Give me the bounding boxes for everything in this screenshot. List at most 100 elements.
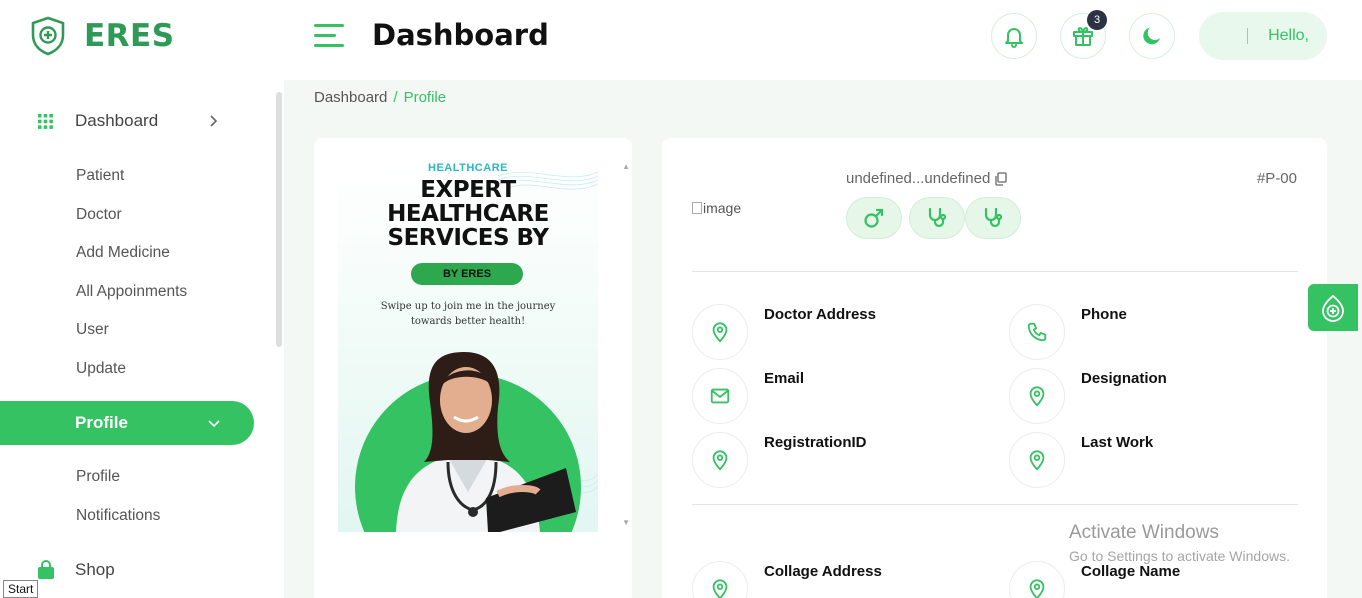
promo-title-line: HEALTHCARE [387, 201, 549, 227]
registration-id-label: RegistrationID [764, 434, 867, 451]
designation-icon-wrap [1009, 368, 1065, 424]
profile-id: #P-00 [1256, 170, 1297, 187]
promo-subtitle-line: Swipe up to join me in the journey [380, 301, 556, 312]
profile-name-text: undefined...undefined [846, 170, 991, 187]
avatar-divider [1247, 28, 1248, 44]
map-pin-icon [1029, 450, 1045, 471]
hamburger-line [314, 24, 344, 27]
promo-subtitle-line: towards better health! [410, 316, 526, 327]
collage-address-label: Collage Address [764, 563, 882, 580]
sidebar-subitem-update[interactable]: Update [76, 360, 126, 378]
shopping-bag-icon [38, 560, 54, 579]
male-icon [864, 208, 884, 228]
activate-windows-title: Activate Windows [1069, 522, 1219, 543]
doctor-address-icon-wrap [692, 304, 748, 360]
sidebar-item-label: Shop [75, 560, 115, 579]
broken-image-icon [692, 202, 702, 214]
collage-name-icon-wrap [1009, 561, 1065, 598]
phone-icon-wrap [1009, 304, 1065, 360]
sidebar-subitem-patient[interactable]: Patient [76, 167, 124, 185]
sidebar-subitem-doctor[interactable]: Doctor [76, 206, 122, 224]
theme-toggle-button[interactable] [1129, 13, 1175, 59]
copy-icon[interactable] [994, 171, 1008, 186]
scroll-down-arrow-icon[interactable]: ▼ [622, 518, 630, 527]
phone-label: Phone [1081, 306, 1127, 323]
profile-image-alt: image [703, 200, 742, 216]
top-header: ERES Dashboard 3 Hello, [0, 0, 1362, 80]
page-title: Dashboard [372, 18, 549, 52]
divider [692, 271, 1298, 272]
promo-badge: BY ERES [411, 263, 523, 285]
scroll-up-arrow-icon[interactable]: ▲ [622, 162, 630, 171]
sidebar: Dashboard Patient Doctor Add Medicine Al… [0, 80, 284, 598]
stethoscope-icon [928, 207, 947, 228]
promo-title-line: SERVICES BY [387, 225, 549, 251]
map-pin-icon [712, 450, 728, 471]
sidebar-item-label: Dashboard [75, 111, 159, 130]
promo-title: EXPERT HEALTHCARE SERVICES BY [338, 178, 598, 250]
gifts-button[interactable]: 3 [1060, 10, 1107, 59]
email-label: Email [764, 370, 805, 387]
gender-chip[interactable] [846, 197, 902, 239]
profile-name: undefined...undefined [846, 170, 1008, 187]
hamburger-line [314, 34, 336, 37]
menu-toggle-button[interactable] [314, 24, 344, 48]
specialty-chip[interactable] [909, 197, 965, 239]
sidebar-subitem-all-appointments[interactable]: All Appoinments [76, 283, 187, 301]
promo-tag: HEALTHCARE [428, 162, 508, 174]
sidebar-subitem-profile[interactable]: Profile [76, 468, 120, 486]
chevron-right-icon [210, 115, 218, 127]
hamburger-line [314, 44, 344, 47]
mail-icon [710, 388, 730, 404]
map-pin-icon [712, 579, 728, 598]
brand-logo[interactable]: ERES [30, 16, 175, 56]
breadcrumb-separator: / [393, 89, 398, 106]
chevron-down-icon [208, 420, 220, 428]
stethoscope-icon [984, 207, 1003, 228]
promo-title-line: EXPERT [420, 177, 516, 203]
notifications-button[interactable] [991, 13, 1037, 59]
breadcrumb: Dashboard / Profile [314, 89, 446, 106]
user-menu-button[interactable]: Hello, [1199, 12, 1327, 60]
shield-cross-icon [31, 16, 65, 56]
breadcrumb-current: Profile [403, 89, 447, 106]
floating-help-button[interactable] [1308, 284, 1358, 331]
last-work-label: Last Work [1081, 434, 1154, 451]
sidebar-subitem-add-medicine[interactable]: Add Medicine [76, 244, 170, 262]
gift-count-badge: 3 [1087, 10, 1107, 30]
greeting-text: Hello, [1268, 27, 1309, 44]
start-button[interactable]: Start [3, 580, 39, 598]
moon-icon [1143, 27, 1160, 45]
email-icon-wrap [692, 368, 748, 424]
profile-details-card: image undefined...undefined #P-00 Doctor… [662, 138, 1327, 598]
last-work-icon-wrap [1009, 432, 1065, 488]
collage-address-icon-wrap [692, 561, 748, 598]
grid-icon [38, 113, 53, 129]
promo-image: HEALTHCARE EXPERT HEALTHCARE SERVICES BY… [338, 162, 598, 532]
promo-subtitle: Swipe up to join me in the journey towar… [338, 299, 598, 329]
main-content: Dashboard / Profile HEALTHCARE EXPERT HE… [284, 80, 1362, 598]
designation-label: Designation [1081, 370, 1167, 387]
map-pin-icon [1029, 386, 1045, 407]
bell-icon [1005, 28, 1023, 48]
collage-name-label: Collage Name [1081, 563, 1181, 580]
phone-icon [1027, 322, 1047, 342]
sidebar-item-label: Profile [75, 413, 128, 432]
map-pin-icon [1029, 579, 1045, 598]
registration-id-icon-wrap [692, 432, 748, 488]
profile-image: image [692, 200, 741, 216]
specialty-chip[interactable] [965, 197, 1021, 239]
sidebar-item-dashboard[interactable]: Dashboard [0, 99, 254, 143]
divider [692, 504, 1298, 505]
doctor-address-label: Doctor Address [764, 306, 876, 323]
sidebar-subitem-user[interactable]: User [76, 321, 109, 339]
map-pin-icon [712, 322, 728, 343]
brand-name: ERES [84, 18, 175, 54]
sidebar-item-profile[interactable]: Profile [0, 401, 254, 445]
sidebar-scrollbar[interactable] [276, 92, 282, 347]
shield-plus-icon [1322, 294, 1344, 322]
breadcrumb-root[interactable]: Dashboard [314, 89, 387, 106]
promo-card: HEALTHCARE EXPERT HEALTHCARE SERVICES BY… [314, 138, 632, 598]
sidebar-subitem-notifications[interactable]: Notifications [76, 507, 160, 525]
activate-windows-subtitle: Go to Settings to activate Windows. [1069, 548, 1290, 564]
